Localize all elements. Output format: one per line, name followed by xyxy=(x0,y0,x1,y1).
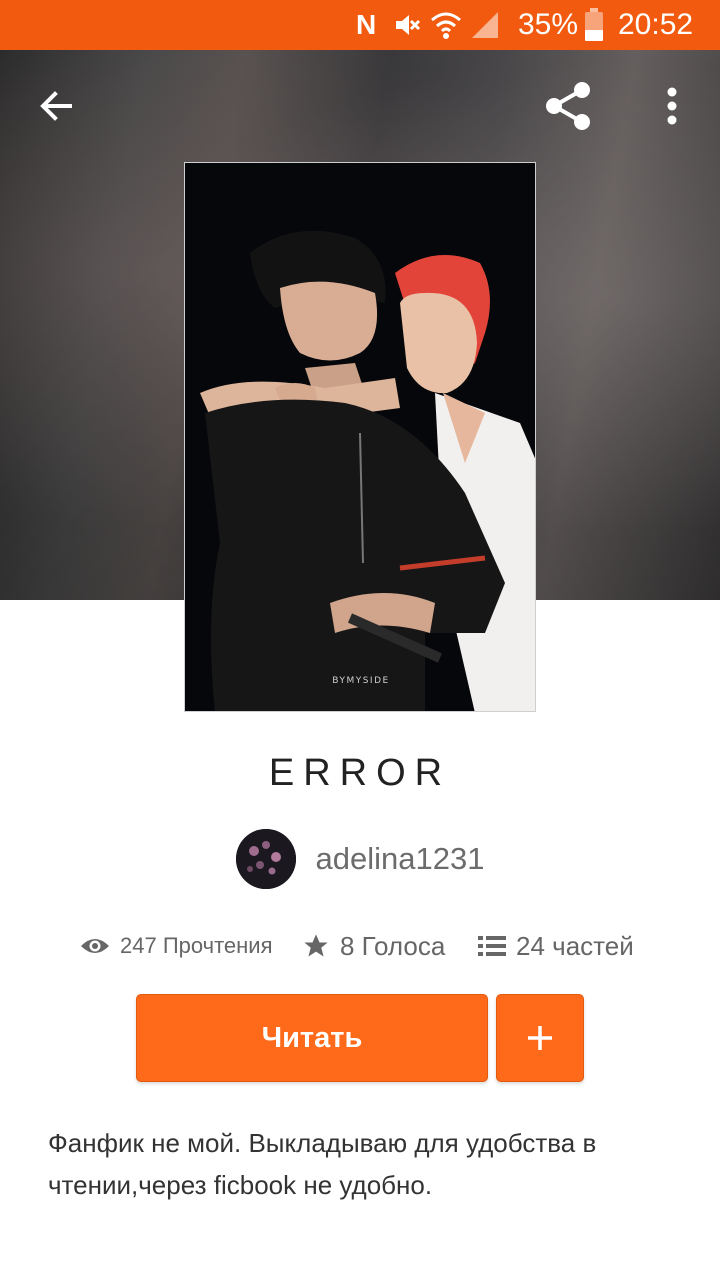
author-name[interactable]: adelina1231 xyxy=(316,841,485,877)
story-title: ERROR xyxy=(268,752,452,794)
battery-icon xyxy=(584,0,604,50)
reads-count: 247 Прочтения xyxy=(120,933,273,958)
more-options-button[interactable] xyxy=(650,78,694,134)
share-icon xyxy=(546,82,590,130)
status-bar: N 35% 20:52 xyxy=(0,0,720,50)
star-icon xyxy=(302,932,330,960)
arrow-left-icon xyxy=(40,91,72,121)
plus-icon xyxy=(528,1026,552,1050)
votes-stat: 8 Голоса xyxy=(302,925,445,967)
read-button-label: Читать xyxy=(261,1021,363,1054)
eye-icon xyxy=(80,936,110,956)
mute-icon xyxy=(392,0,422,50)
battery-percent: 35% xyxy=(518,8,579,41)
reads-stat: 247 Прочтения xyxy=(80,925,273,967)
parts-stat: 24 частей xyxy=(478,925,634,967)
back-button[interactable] xyxy=(28,78,84,134)
more-vertical-icon xyxy=(667,87,677,125)
read-button[interactable]: Читать xyxy=(136,994,488,1082)
clock: 20:52 xyxy=(618,8,694,41)
parts-count: 24 частей xyxy=(516,930,634,961)
list-icon xyxy=(478,934,506,958)
wifi-icon xyxy=(430,0,462,50)
signal-icon xyxy=(470,0,500,50)
story-cover[interactable]: BYMYSIDE xyxy=(184,162,536,712)
nfc-icon: N xyxy=(356,9,377,40)
votes-count: 8 Голоса xyxy=(340,930,446,961)
story-description: Фанфик не мой. Выкладываю для удобства в… xyxy=(48,1128,597,1200)
share-button[interactable] xyxy=(538,76,598,136)
story-stats: 247 Прочтения 8 Голоса 24 частей xyxy=(0,925,720,967)
avatar[interactable] xyxy=(235,829,296,889)
add-to-library-button[interactable] xyxy=(496,994,584,1082)
cover-watermark: BYMYSIDE xyxy=(332,676,389,686)
author-row[interactable]: adelina1231 xyxy=(0,828,720,890)
